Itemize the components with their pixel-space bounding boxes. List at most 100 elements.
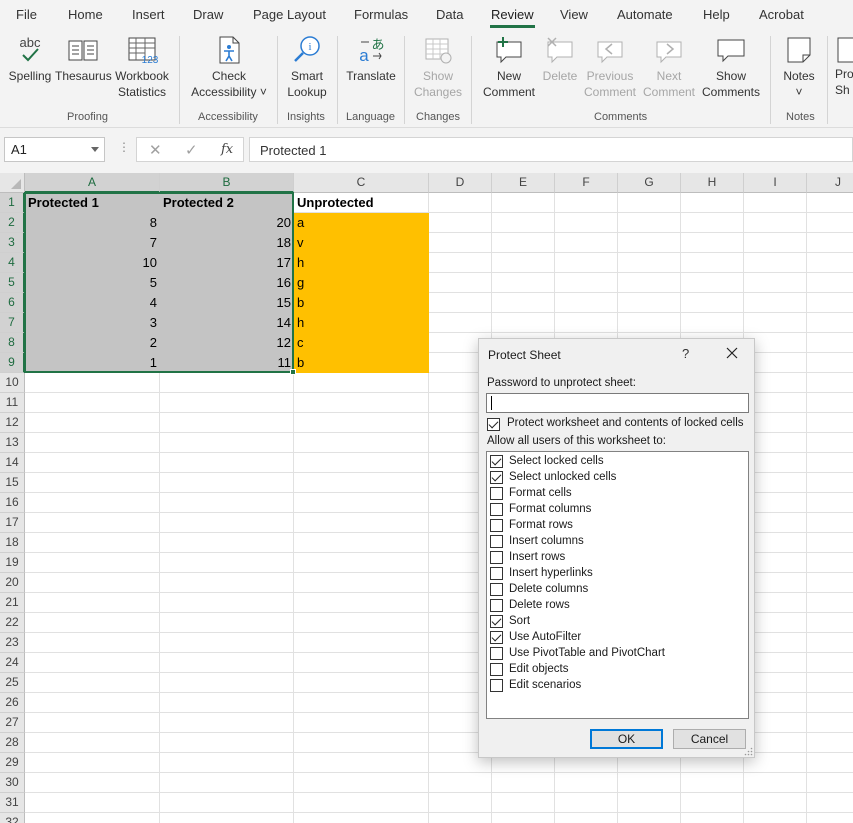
password-field[interactable]: [486, 393, 749, 413]
permission-checkbox[interactable]: [490, 583, 503, 596]
permissions-list[interactable]: Select locked cells Select unlocked cells…: [486, 451, 749, 719]
close-icon[interactable]: [724, 345, 740, 361]
protect-worksheet-checkbox[interactable]: [487, 418, 500, 431]
cell-b9[interactable]: 11: [160, 353, 294, 373]
permission-item[interactable]: Select locked cells: [487, 454, 748, 470]
permission-checkbox[interactable]: [490, 455, 503, 468]
cell-b6[interactable]: 15: [160, 293, 294, 313]
notes-button[interactable]: Notes ˅: [776, 34, 822, 100]
permission-checkbox[interactable]: [490, 535, 503, 548]
tab-acrobat[interactable]: Acrobat: [759, 7, 804, 22]
cancel-button[interactable]: Cancel: [673, 729, 746, 749]
tab-draw[interactable]: Draw: [193, 7, 223, 22]
cell-a4[interactable]: 10: [25, 253, 160, 273]
permission-item[interactable]: Use PivotTable and PivotChart: [487, 646, 748, 662]
ok-button[interactable]: OK: [590, 729, 663, 749]
column-header-g[interactable]: G: [618, 173, 681, 193]
permission-item[interactable]: Insert rows: [487, 550, 748, 566]
permission-item[interactable]: Insert hyperlinks: [487, 566, 748, 582]
row-header-11[interactable]: 11: [0, 393, 25, 413]
column-header-b[interactable]: B: [160, 173, 294, 193]
cell-a1[interactable]: Protected 1: [25, 193, 160, 213]
row-header-17[interactable]: 17: [0, 513, 25, 533]
confirm-entry-icon[interactable]: ✓: [185, 141, 198, 159]
permission-item[interactable]: Use AutoFilter: [487, 630, 748, 646]
tab-help[interactable]: Help: [703, 7, 730, 22]
row-header-20[interactable]: 20: [0, 573, 25, 593]
row-header-1[interactable]: 1: [0, 193, 25, 213]
select-all-button[interactable]: [0, 173, 25, 193]
show-changes-button[interactable]: Show Changes: [410, 34, 466, 100]
row-header-9[interactable]: 9: [0, 353, 25, 373]
previous-comment-button[interactable]: Previous Comment: [581, 34, 639, 100]
permission-item[interactable]: Edit scenarios: [487, 678, 748, 694]
cell-a5[interactable]: 5: [25, 273, 160, 293]
drag-handle-icon[interactable]: ⋮: [118, 140, 130, 154]
cell-a8[interactable]: 2: [25, 333, 160, 353]
tab-home[interactable]: Home: [68, 7, 103, 22]
new-comment-button[interactable]: New Comment: [478, 34, 540, 100]
permission-checkbox[interactable]: [490, 679, 503, 692]
row-header-18[interactable]: 18: [0, 533, 25, 553]
tab-formulas[interactable]: Formulas: [354, 7, 408, 22]
row-header-30[interactable]: 30: [0, 773, 25, 793]
row-header-23[interactable]: 23: [0, 633, 25, 653]
cell-c1[interactable]: Unprotected: [294, 193, 429, 213]
formula-input[interactable]: Protected 1: [249, 137, 853, 162]
row-header-24[interactable]: 24: [0, 653, 25, 673]
permission-checkbox[interactable]: [490, 599, 503, 612]
cancel-entry-icon[interactable]: ✕: [149, 141, 162, 159]
show-comments-button[interactable]: Show Comments: [699, 34, 763, 100]
row-header-10[interactable]: 10: [0, 373, 25, 393]
cell-b8[interactable]: 12: [160, 333, 294, 353]
permission-item[interactable]: Format rows: [487, 518, 748, 534]
row-header-32[interactable]: 32: [0, 813, 25, 823]
permission-checkbox[interactable]: [490, 647, 503, 660]
permission-checkbox[interactable]: [490, 551, 503, 564]
permission-item[interactable]: Format cells: [487, 486, 748, 502]
row-header-2[interactable]: 2: [0, 213, 25, 233]
row-header-12[interactable]: 12: [0, 413, 25, 433]
spelling-button[interactable]: abc Spelling: [7, 34, 53, 84]
permission-checkbox[interactable]: [490, 503, 503, 516]
check-accessibility-button[interactable]: Check Accessibility ˅: [187, 34, 271, 100]
cell-c2[interactable]: a: [294, 213, 429, 233]
tab-automate[interactable]: Automate: [617, 7, 673, 22]
row-header-6[interactable]: 6: [0, 293, 25, 313]
cell-c9[interactable]: b: [294, 353, 429, 373]
permission-item[interactable]: Format columns: [487, 502, 748, 518]
cell-b4[interactable]: 17: [160, 253, 294, 273]
insert-function-icon[interactable]: fx: [221, 142, 233, 157]
name-box[interactable]: A1: [4, 137, 105, 162]
cell-c5[interactable]: g: [294, 273, 429, 293]
chevron-down-icon[interactable]: [91, 147, 99, 152]
smart-lookup-button[interactable]: i Smart Lookup: [283, 34, 331, 100]
permission-item[interactable]: Delete columns: [487, 582, 748, 598]
row-header-4[interactable]: 4: [0, 253, 25, 273]
cell-a6[interactable]: 4: [25, 293, 160, 313]
fill-handle[interactable]: [290, 369, 296, 375]
tab-page-layout[interactable]: Page Layout: [253, 7, 326, 22]
permission-checkbox[interactable]: [490, 615, 503, 628]
tab-review[interactable]: Review: [490, 7, 535, 28]
column-header-c[interactable]: C: [294, 173, 429, 193]
tab-file[interactable]: File: [16, 7, 37, 22]
row-header-22[interactable]: 22: [0, 613, 25, 633]
help-button[interactable]: ?: [682, 346, 689, 361]
protect-sheet-button[interactable]: Pro Sh: [835, 34, 853, 98]
cell-b1[interactable]: Protected 2: [160, 193, 294, 213]
column-header-h[interactable]: H: [681, 173, 744, 193]
column-header-j[interactable]: J: [807, 173, 853, 193]
row-header-5[interactable]: 5: [0, 273, 25, 293]
cell-b2[interactable]: 20: [160, 213, 294, 233]
next-comment-button[interactable]: Next Comment: [640, 34, 698, 100]
column-header-d[interactable]: D: [429, 173, 492, 193]
tab-view[interactable]: View: [560, 7, 588, 22]
row-header-26[interactable]: 26: [0, 693, 25, 713]
row-header-25[interactable]: 25: [0, 673, 25, 693]
permission-checkbox[interactable]: [490, 487, 503, 500]
row-header-27[interactable]: 27: [0, 713, 25, 733]
row-header-8[interactable]: 8: [0, 333, 25, 353]
cell-c8[interactable]: c: [294, 333, 429, 353]
row-header-29[interactable]: 29: [0, 753, 25, 773]
